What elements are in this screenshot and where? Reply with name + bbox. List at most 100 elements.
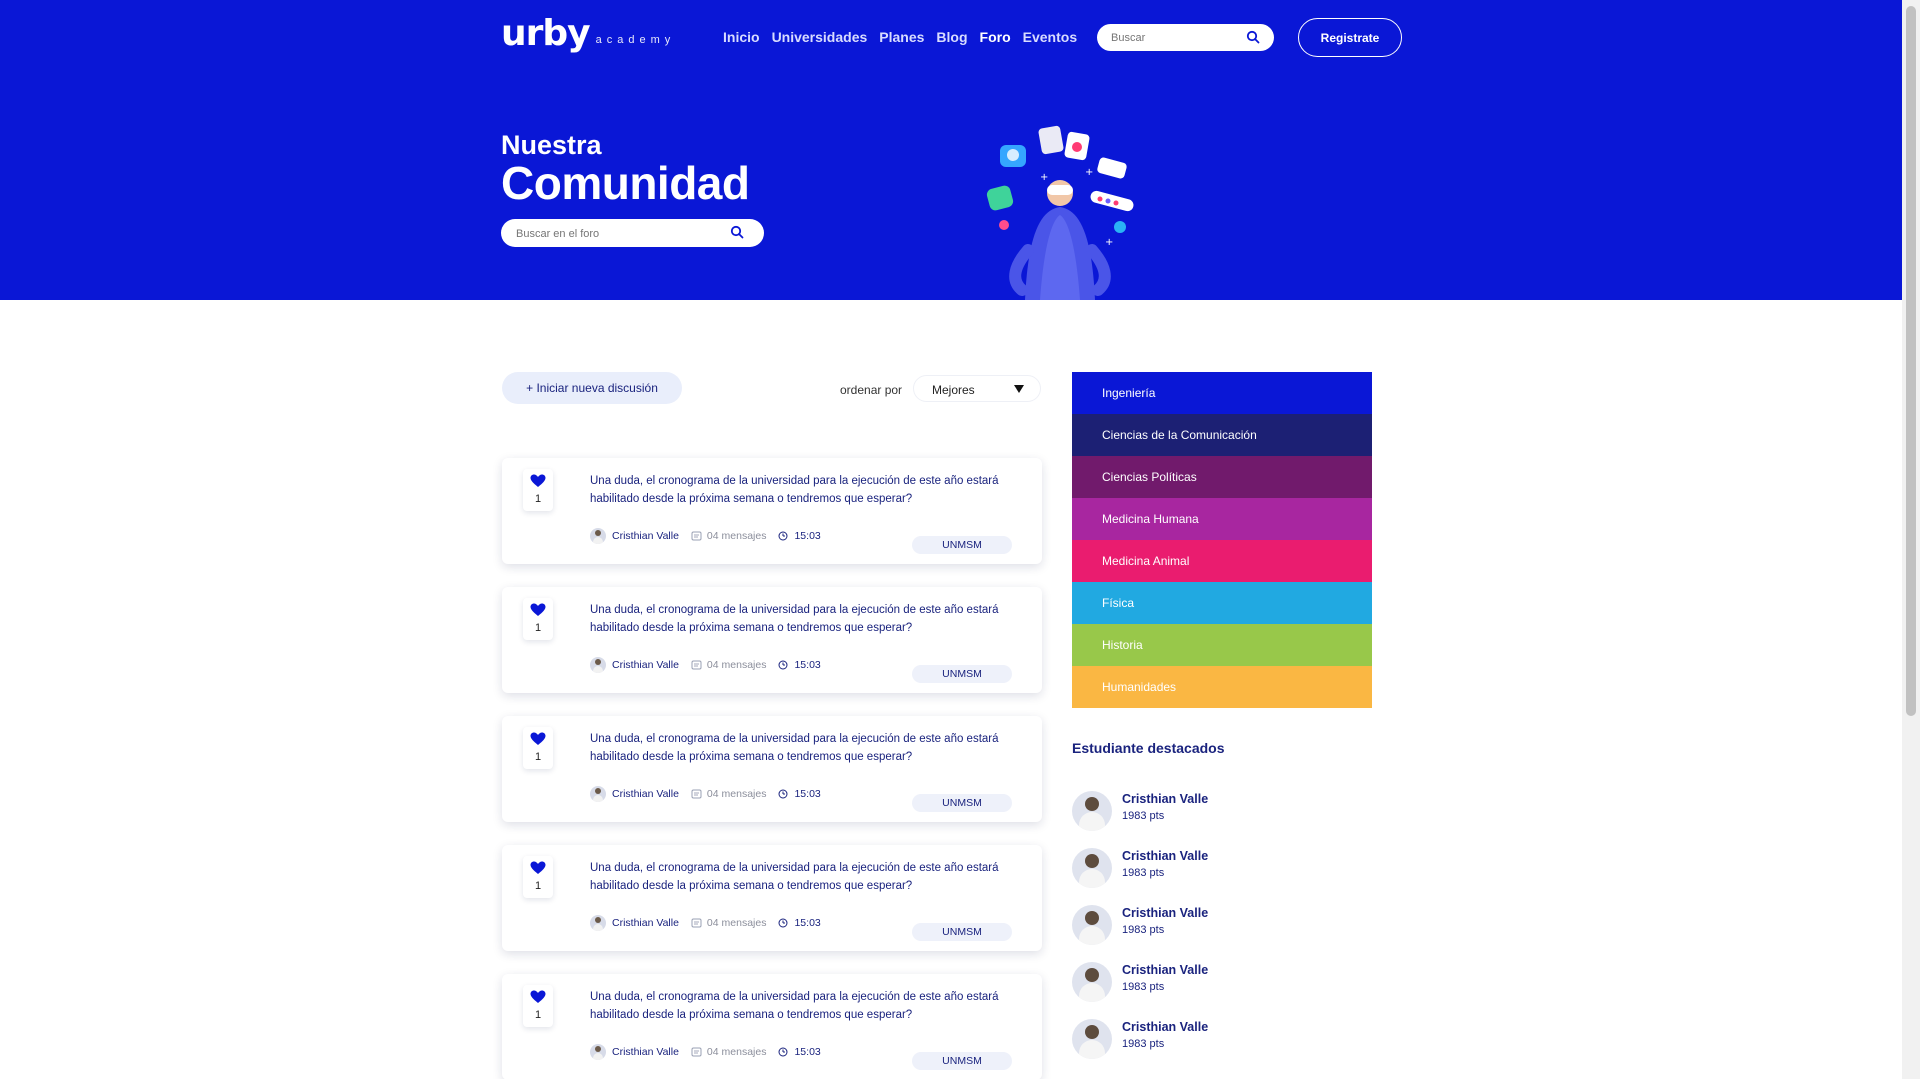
vote-box[interactable]: 1 [523,856,553,898]
university-badge[interactable]: UNMSM [912,536,1012,554]
university-badge[interactable]: UNMSM [912,1052,1012,1070]
svg-text:+: + [1085,167,1093,178]
header-search-input[interactable] [1111,29,1241,47]
post-title[interactable]: Una duda, el cronograma de la universida… [590,602,1030,637]
hero-banner: urby academy Inicio Universidades Planes… [0,0,1902,300]
avatar[interactable] [1072,1019,1112,1059]
vote-count: 1 [534,622,542,634]
heart-icon[interactable] [530,603,546,617]
message-icon [691,918,702,927]
university-badge[interactable]: UNMSM [912,665,1012,683]
forum-search-input[interactable] [516,225,716,243]
vote-box[interactable]: 1 [523,727,553,769]
featured-student[interactable]: Cristhian Valle 1983 pts [1072,1016,1372,1073]
post-time: 15:03 [794,917,821,929]
category-item[interactable]: Física [1072,582,1372,624]
vote-count: 1 [534,751,542,763]
heart-icon[interactable] [530,732,546,746]
post-title[interactable]: Una duda, el cronograma de la universida… [590,731,1030,766]
vote-box[interactable]: 1 [523,985,553,1027]
category-item[interactable]: Ingeniería [1072,372,1372,414]
featured-student[interactable]: Cristhian Valle 1983 pts [1072,959,1372,1016]
search-icon[interactable] [730,225,744,239]
post-card[interactable]: 1 Una duda, el cronograma de la universi… [502,458,1042,564]
message-icon [691,789,702,798]
nav-item-foro[interactable]: Foro [980,29,1011,45]
post-meta: Cristhian Valle 04 mensajes 15:03 [590,528,821,544]
student-name[interactable]: Cristhian Valle [1122,1020,1208,1034]
svg-text:+: + [1040,172,1048,183]
post-message-count: 04 mensajes [706,917,767,929]
clock-icon [778,789,788,799]
nav-item-inicio[interactable]: Inicio [723,29,760,45]
post-author[interactable]: Cristhian Valle [612,1046,679,1058]
search-icon[interactable] [1246,30,1260,44]
avatar [590,786,606,802]
category-item[interactable]: Medicina Animal [1072,540,1372,582]
student-points: 1983 pts [1122,981,1165,993]
university-badge[interactable]: UNMSM [912,794,1012,812]
register-button[interactable]: Registrate [1298,18,1402,57]
post-meta: Cristhian Valle 04 mensajes 15:03 [590,915,821,931]
caret-down-icon [1014,385,1024,393]
header-search [1097,24,1274,51]
post-card[interactable]: 1 Una duda, el cronograma de la universi… [502,716,1042,822]
avatar[interactable] [1072,791,1112,831]
featured-student[interactable]: Cristhian Valle 1983 pts [1072,845,1372,902]
new-discussion-button[interactable]: + Iniciar nueva discusión [502,372,682,404]
student-name[interactable]: Cristhian Valle [1122,792,1208,806]
post-author[interactable]: Cristhian Valle [612,917,679,929]
featured-student[interactable]: Cristhian Valle 1983 pts [1072,788,1372,845]
post-author[interactable]: Cristhian Valle [612,530,679,542]
nav-item-planes[interactable]: Planes [879,29,924,45]
university-badge[interactable]: UNMSM [912,923,1012,941]
student-points: 1983 pts [1122,1038,1165,1050]
clock-icon [778,1047,788,1057]
category-item[interactable]: Ciencias Políticas [1072,456,1372,498]
avatar[interactable] [1072,905,1112,945]
post-title[interactable]: Una duda, el cronograma de la universida… [590,860,1030,895]
post-author[interactable]: Cristhian Valle [612,788,679,800]
avatar[interactable] [1072,962,1112,1002]
message-icon [691,660,702,669]
featured-student[interactable]: Cristhian Valle 1983 pts [1072,902,1372,959]
heart-icon[interactable] [530,474,546,488]
student-name[interactable]: Cristhian Valle [1122,963,1208,977]
post-time: 15:03 [794,788,821,800]
nav-item-blog[interactable]: Blog [936,29,967,45]
sort-label: ordenar por [840,383,903,397]
avatar [590,528,606,544]
scrollbar-thumb[interactable] [1906,6,1916,716]
post-card[interactable]: 1 Una duda, el cronograma de la universi… [502,974,1042,1079]
logo-subtitle: academy [595,34,676,46]
post-card[interactable]: 1 Una duda, el cronograma de la universi… [502,845,1042,951]
page-scrollbar[interactable] [1902,0,1920,1079]
vote-count: 1 [534,880,542,892]
post-title[interactable]: Una duda, el cronograma de la universida… [590,473,1030,508]
student-points: 1983 pts [1122,810,1165,822]
post-time: 15:03 [794,1046,821,1058]
student-points: 1983 pts [1122,924,1165,936]
main-nav: Inicio Universidades Planes Blog Foro Ev… [723,29,1077,45]
post-title[interactable]: Una duda, el cronograma de la universida… [590,989,1030,1024]
vote-box[interactable]: 1 [523,598,553,640]
post-author[interactable]: Cristhian Valle [612,659,679,671]
category-item[interactable]: Medicina Humana [1072,498,1372,540]
student-name[interactable]: Cristhian Valle [1122,849,1208,863]
post-time: 15:03 [794,530,821,542]
nav-item-universidades[interactable]: Universidades [772,29,868,45]
category-item[interactable]: Ciencias de la Comunicación [1072,414,1372,456]
category-item[interactable]: Historia [1072,624,1372,666]
avatar [590,915,606,931]
post-card[interactable]: 1 Una duda, el cronograma de la universi… [502,587,1042,693]
student-name[interactable]: Cristhian Valle [1122,906,1208,920]
vote-box[interactable]: 1 [523,469,553,511]
heart-icon[interactable] [530,990,546,1004]
student-points: 1983 pts [1122,867,1165,879]
logo[interactable]: urby academy [501,14,675,54]
nav-item-eventos[interactable]: Eventos [1023,29,1077,45]
avatar[interactable] [1072,848,1112,888]
category-item[interactable]: Humanidades [1072,666,1372,708]
heart-icon[interactable] [530,861,546,875]
sort-dropdown[interactable]: Mejores [913,375,1041,402]
